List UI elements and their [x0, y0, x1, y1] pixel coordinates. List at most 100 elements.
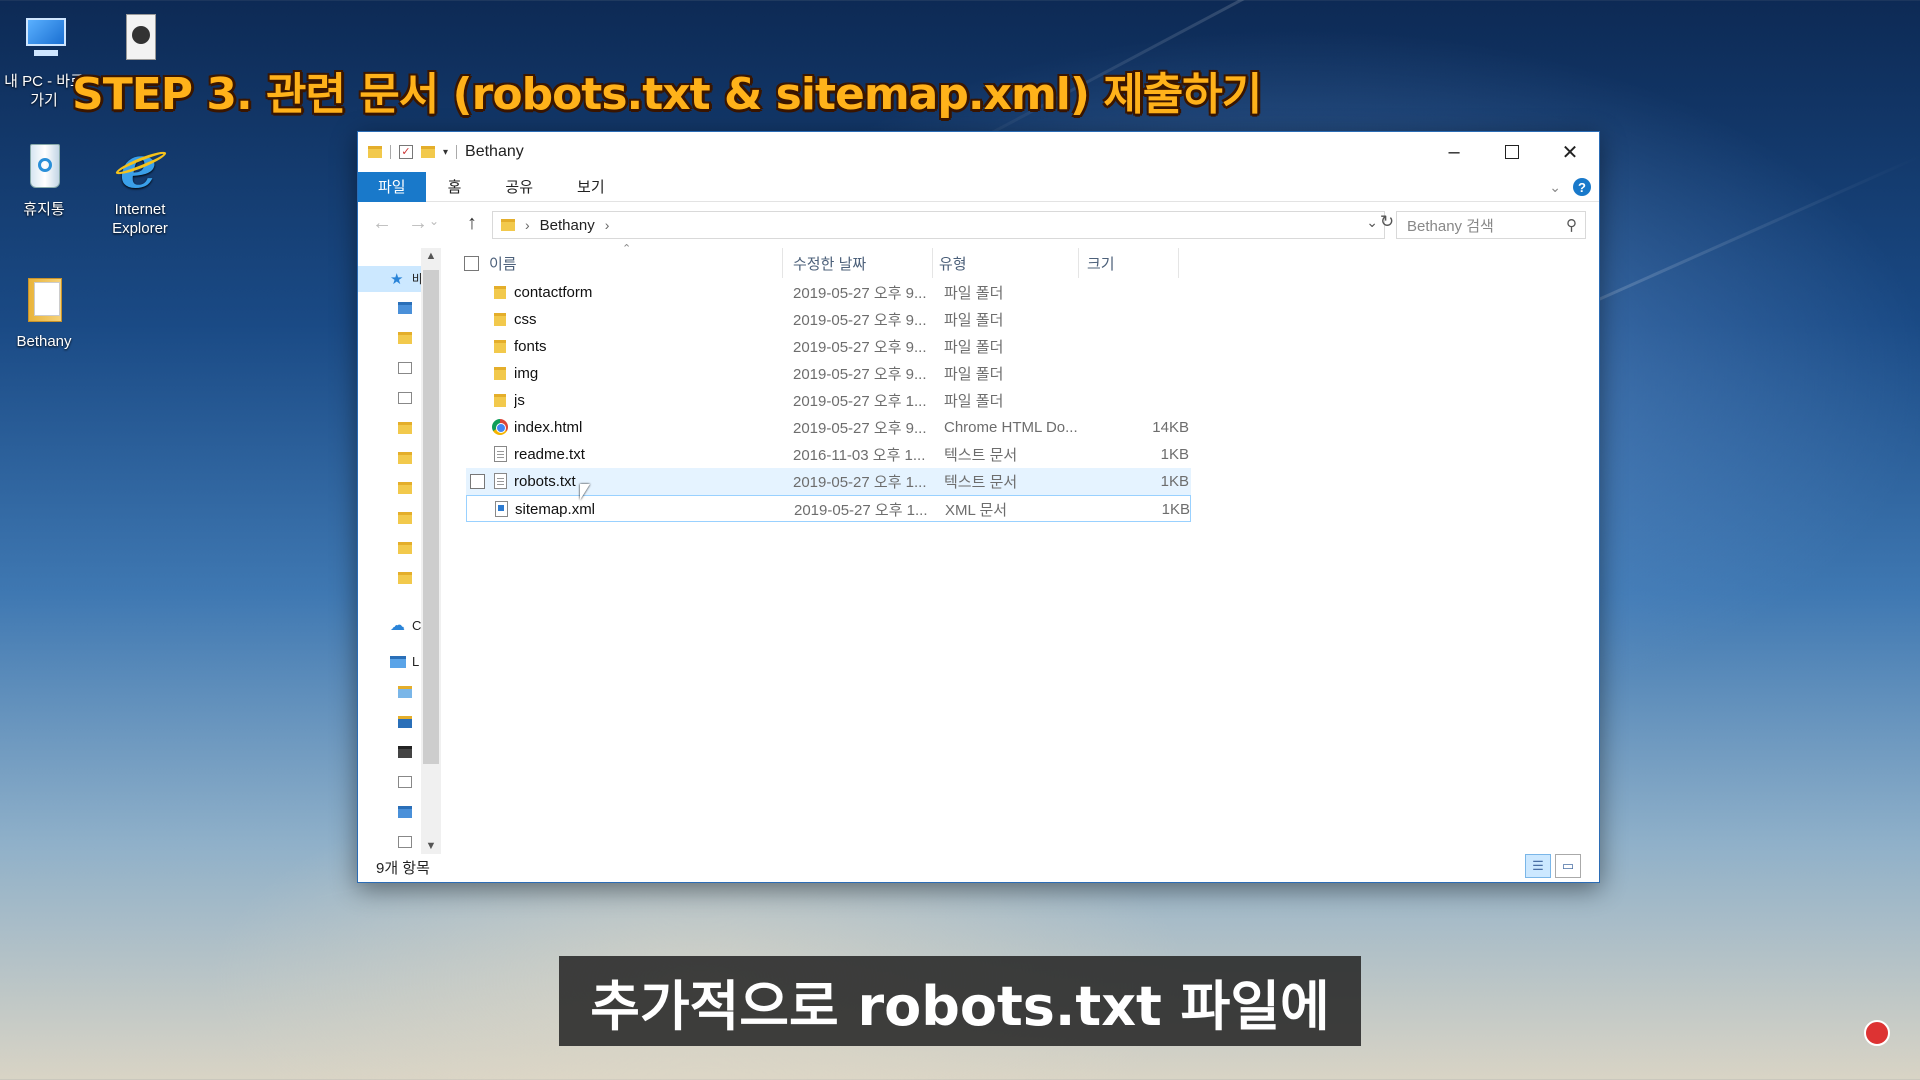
- file-size: [1094, 279, 1189, 306]
- nav-documents-icon[interactable]: [398, 774, 414, 790]
- scroll-up-icon[interactable]: ▲: [421, 250, 441, 262]
- view-switcher: ☰ ▭: [1525, 854, 1581, 878]
- channel-logo-icon: [1864, 1020, 1890, 1046]
- file-name: img: [514, 365, 539, 382]
- nav-folder-icon[interactable]: [398, 570, 414, 586]
- window-controls: – ✕: [1425, 132, 1599, 172]
- desktop-icon-bethany-folder[interactable]: Bethany: [0, 272, 92, 351]
- tab-file[interactable]: 파일: [358, 171, 426, 202]
- file-name: sitemap.xml: [515, 501, 596, 518]
- nav-videos-icon[interactable]: [398, 744, 414, 760]
- file-row[interactable]: robots.txt 2019-05-27 오후 1... 텍스트 문서 1KB: [466, 468, 1191, 495]
- nav-desktop-icon[interactable]: [398, 300, 414, 316]
- breadcrumb-separator[interactable]: ›: [605, 217, 610, 233]
- desktop-icon-label: Bethany: [16, 333, 72, 350]
- xml-file-icon: [495, 501, 508, 517]
- file-type: XML 문서: [945, 502, 1008, 519]
- column-header-date[interactable]: 수정한 날짜: [783, 248, 933, 278]
- folder-icon: [494, 367, 506, 380]
- nav-3d-objects-icon[interactable]: [398, 684, 414, 700]
- text-file-icon: [494, 473, 507, 489]
- file-type: 파일 폴더: [944, 366, 1004, 383]
- ribbon-controls: ⌄ ?: [1549, 178, 1591, 196]
- nav-folder-icon[interactable]: [398, 420, 414, 436]
- file-date: 2019-05-27 오후 9...: [793, 420, 927, 437]
- nav-pictures-icon[interactable]: [398, 834, 414, 850]
- column-header-name[interactable]: 이름: [458, 248, 783, 278]
- back-button[interactable]: ←: [364, 212, 400, 235]
- column-header-type[interactable]: 유형: [933, 248, 1079, 278]
- file-row[interactable]: css 2019-05-27 오후 9... 파일 폴더: [466, 306, 1191, 333]
- file-size: [1094, 306, 1189, 333]
- file-row[interactable]: index.html 2019-05-27 오후 9... Chrome HTML …: [466, 414, 1191, 441]
- chrome-icon: [492, 419, 508, 435]
- customize-qat-icon[interactable]: ▾: [443, 147, 448, 158]
- scroll-thumb[interactable]: [423, 270, 439, 764]
- title-bar: ✓ ▾ Bethany – ✕: [358, 132, 1599, 172]
- breadcrumb-item[interactable]: Bethany: [540, 217, 595, 234]
- this-pc-icon[interactable]: [390, 654, 406, 670]
- nav-downloads-icon[interactable]: [398, 330, 414, 346]
- tab-home[interactable]: 홈: [426, 172, 484, 202]
- tab-share[interactable]: 공유: [483, 172, 555, 202]
- quick-access-star-icon[interactable]: ★: [390, 270, 406, 288]
- nav-pictures-icon[interactable]: [398, 390, 414, 406]
- nav-desktop-icon[interactable]: [398, 804, 414, 820]
- scroll-down-icon[interactable]: ▼: [421, 840, 441, 852]
- nav-label-this-pc[interactable]: L: [412, 654, 419, 669]
- minimize-button[interactable]: –: [1425, 132, 1483, 172]
- close-button[interactable]: ✕: [1541, 132, 1599, 172]
- text-file-icon: [494, 446, 507, 462]
- nav-folder-icon[interactable]: [398, 510, 414, 526]
- folder-icon: [494, 286, 506, 299]
- recycle-bin-icon: [16, 140, 72, 196]
- properties-icon[interactable]: ✓: [399, 145, 413, 159]
- column-label: 유형: [939, 255, 967, 273]
- column-header-size[interactable]: 크기: [1079, 248, 1179, 278]
- nav-downloads-icon[interactable]: [398, 714, 414, 730]
- onedrive-icon[interactable]: ☁: [390, 616, 406, 634]
- breadcrumb-separator[interactable]: ›: [525, 217, 530, 233]
- nav-folder-icon[interactable]: [398, 480, 414, 496]
- nav-label-onedrive[interactable]: C: [412, 618, 421, 633]
- recent-locations-button[interactable]: ⌄: [424, 214, 444, 228]
- address-bar[interactable]: › Bethany › ⌄: [492, 211, 1385, 239]
- large-icons-view-button[interactable]: ▭: [1555, 854, 1581, 878]
- folder-icon: [16, 272, 72, 328]
- up-button[interactable]: ↑: [454, 212, 490, 235]
- nav-documents-icon[interactable]: [398, 360, 414, 376]
- file-date: 2019-05-27 오후 9...: [793, 312, 927, 329]
- large-icons-view-icon: ▭: [1561, 858, 1575, 873]
- search-input[interactable]: Bethany 검색 ⚲: [1396, 211, 1586, 239]
- file-name: js: [514, 392, 525, 409]
- file-size: [1094, 387, 1189, 414]
- file-row[interactable]: fonts 2019-05-27 오후 9... 파일 폴더: [466, 333, 1191, 360]
- file-size: 1KB: [1160, 473, 1189, 490]
- new-folder-icon[interactable]: [421, 146, 435, 158]
- maximize-button[interactable]: [1483, 132, 1541, 172]
- help-icon[interactable]: ?: [1573, 178, 1591, 196]
- file-date: 2019-05-27 오후 1...: [794, 502, 928, 519]
- nav-folder-icon[interactable]: [398, 450, 414, 466]
- file-row[interactable]: img 2019-05-27 오후 9... 파일 폴더: [466, 360, 1191, 387]
- maximize-icon: [1505, 145, 1519, 159]
- expand-ribbon-icon[interactable]: ⌄: [1549, 179, 1561, 196]
- desktop-icon-recycle-bin[interactable]: 휴지통: [0, 140, 92, 219]
- row-checkbox[interactable]: [470, 474, 485, 489]
- file-date: 2019-05-27 오후 9...: [793, 366, 927, 383]
- details-view-button[interactable]: ☰: [1525, 854, 1551, 878]
- file-row[interactable]: readme.txt 2016-11-03 오후 1... 텍스트 문서 1KB: [466, 441, 1191, 468]
- file-type: 파일 폴더: [944, 393, 1004, 410]
- select-all-checkbox[interactable]: [464, 255, 479, 271]
- nav-folder-icon[interactable]: [398, 540, 414, 556]
- tab-view[interactable]: 보기: [555, 172, 627, 202]
- desktop-icon-internet-explorer[interactable]: e Internet Explorer: [92, 138, 188, 238]
- nav-scrollbar[interactable]: ▲ ▼: [421, 248, 441, 854]
- file-type: 텍스트 문서: [944, 474, 1018, 491]
- file-date: 2019-05-27 오후 9...: [793, 285, 927, 302]
- file-row[interactable]: sitemap.xml 2019-05-27 오후 1... XML 문서 1KB: [466, 495, 1191, 522]
- file-row[interactable]: js 2019-05-27 오후 1... 파일 폴더: [466, 387, 1191, 414]
- ribbon-tabs: 파일 홈 공유 보기: [358, 171, 1599, 202]
- desktop-icon-label: Internet Explorer: [112, 201, 168, 237]
- file-row[interactable]: contactform 2019-05-27 오후 9... 파일 폴더: [466, 279, 1191, 306]
